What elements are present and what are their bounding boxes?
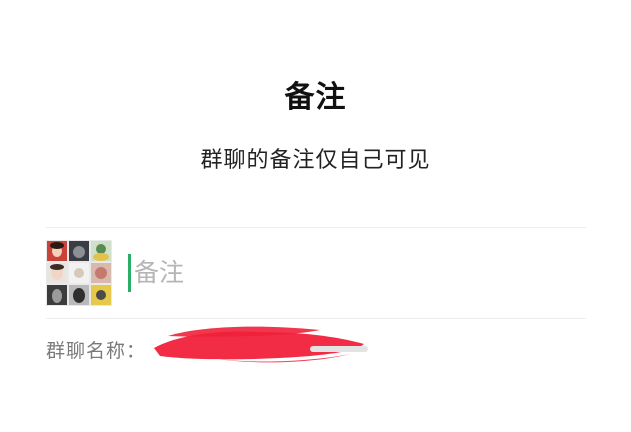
- member-avatar: [69, 285, 89, 305]
- group-avatar-icon: [46, 240, 112, 306]
- page-title: 备注: [284, 80, 347, 115]
- member-avatar: [91, 285, 111, 305]
- remark-input[interactable]: [134, 250, 554, 294]
- member-avatar: [69, 263, 89, 283]
- member-avatar: [91, 241, 111, 261]
- text-caret: [128, 254, 131, 292]
- remark-row: [128, 240, 578, 306]
- divider-top: [46, 227, 586, 228]
- divider-bottom: [46, 318, 586, 319]
- redaction-scribble: [154, 326, 368, 363]
- group-name-row: 群聊名称：: [46, 334, 146, 364]
- group-name-label: 群聊名称：: [46, 339, 147, 362]
- page-subtitle: 群聊的备注仅自己可见: [200, 148, 431, 173]
- member-avatar: [69, 241, 89, 261]
- member-avatar: [47, 241, 67, 261]
- member-avatar: [91, 263, 111, 283]
- member-avatar: [47, 263, 67, 283]
- member-avatar: [47, 285, 67, 305]
